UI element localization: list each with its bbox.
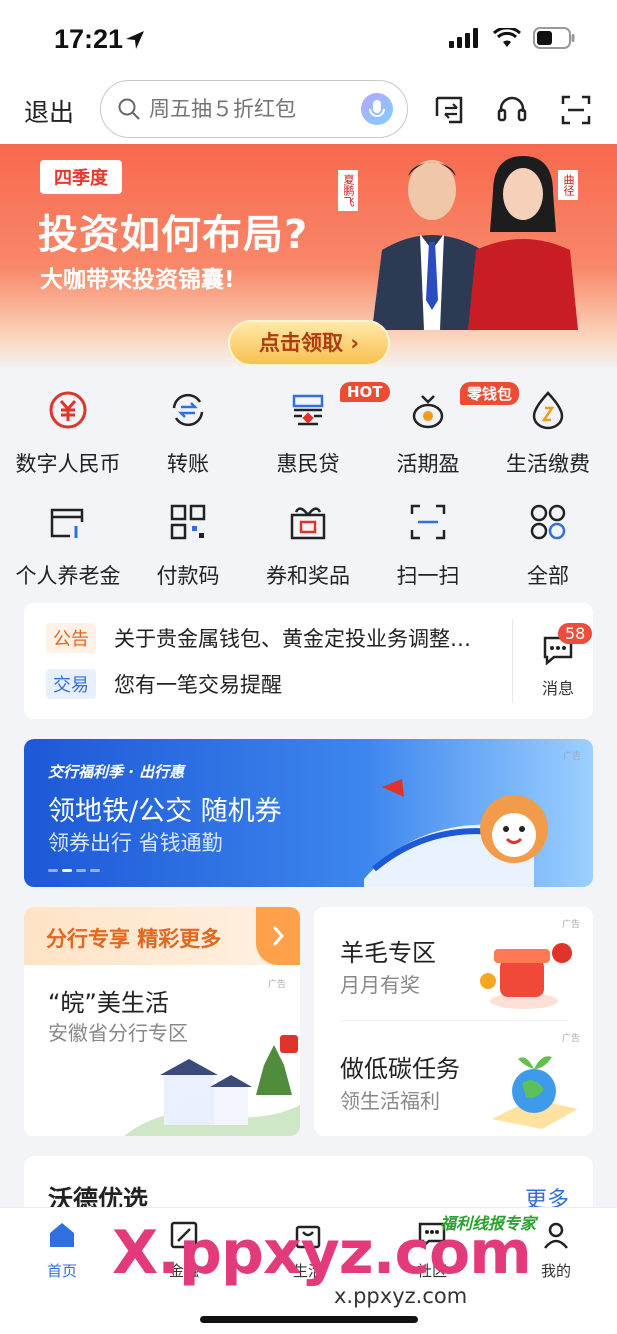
shortcut-coupons[interactable]: 券和奖品 bbox=[248, 502, 368, 590]
earth-plant-image bbox=[492, 1056, 578, 1129]
divider bbox=[512, 619, 513, 703]
watermark-text: X.ppxyz.com bbox=[112, 1218, 532, 1288]
transfer-icon bbox=[172, 393, 204, 427]
low-carbon-title[interactable]: 做低碳任务 bbox=[340, 1049, 460, 1084]
all-icon bbox=[530, 504, 566, 540]
voice-search-icon[interactable] bbox=[361, 93, 393, 125]
shortcut-label: 全部 bbox=[527, 564, 569, 588]
promo-subtitle: 领券出行 省钱通勤 bbox=[48, 831, 223, 855]
user-icon bbox=[544, 1222, 568, 1249]
message-count-badge: 58 bbox=[558, 623, 593, 644]
banner-subtitle: 大咖带来投资锦囊! bbox=[40, 267, 235, 293]
branch-card[interactable]: 分行专享 精彩更多 “皖”美生活 安徽省分行专区 广告 bbox=[24, 907, 300, 1136]
card-icon bbox=[50, 508, 84, 538]
shortcut-label: 生活缴费 bbox=[506, 452, 590, 476]
shortcut-label: 活期盈 bbox=[396, 452, 460, 476]
transaction-tag: 交易 bbox=[46, 669, 96, 699]
scan-icon bbox=[410, 504, 446, 540]
promo-banner[interactable]: 交行福利季 · 出行惠 领地铁/公交 随机券 领券出行 省钱通勤 广告 bbox=[24, 739, 593, 887]
coin-bag-icon bbox=[412, 395, 444, 429]
status-time: 17:21 bbox=[54, 24, 124, 54]
qr-icon bbox=[170, 504, 206, 540]
customer-service-icon[interactable] bbox=[496, 94, 528, 126]
wifi-icon bbox=[493, 28, 521, 47]
search-icon bbox=[118, 98, 140, 120]
shortcut-label: 数字人民币 bbox=[15, 452, 121, 476]
location-arrow-icon bbox=[126, 31, 144, 49]
divider bbox=[340, 1020, 568, 1021]
home-icon bbox=[50, 1223, 74, 1247]
chevron-right-icon[interactable] bbox=[256, 907, 300, 965]
shortcut-label: 转账 bbox=[167, 452, 209, 476]
notice-row-announcement[interactable]: 公告 关于贵金属钱包、黄金定投业务调整的公告 bbox=[46, 623, 476, 653]
gift-icon bbox=[290, 507, 326, 540]
shortcut-label: 付款码 bbox=[156, 564, 220, 588]
messages-button[interactable]: 58 消息 bbox=[534, 623, 593, 699]
shortcut-label: 扫一扫 bbox=[396, 564, 460, 588]
announcement-tag: 公告 bbox=[46, 623, 96, 653]
shortcut-label: 惠民贷 bbox=[276, 452, 340, 476]
yuan-icon bbox=[49, 391, 87, 429]
shortcut-all[interactable]: 全部 bbox=[488, 502, 608, 590]
rewards-card: 羊毛专区 月月有奖 广告 做低碳任务 领生活福利 广告 bbox=[314, 907, 593, 1136]
watermark-logo: X.ppxyz.com bbox=[112, 1218, 532, 1288]
mic-icon bbox=[369, 100, 385, 117]
low-carbon-subtitle: 领生活福利 bbox=[340, 1089, 440, 1113]
gift-box-image bbox=[480, 943, 572, 1009]
shortcut-digital-rmb[interactable]: 数字人民币 bbox=[8, 390, 128, 478]
ad-label: 广告 bbox=[268, 980, 287, 990]
shortcut-loan[interactable]: HOT 惠民贷 bbox=[248, 382, 390, 478]
announcement-text: 关于贵金属钱包、黄金定投业务调整的公告 bbox=[114, 627, 476, 651]
carousel-dots bbox=[48, 869, 100, 872]
shortcut-bill-pay[interactable]: 生活缴费 bbox=[488, 390, 608, 478]
banner-headline: 投资如何布局? bbox=[38, 212, 309, 258]
shortcut-pension[interactable]: 个人养老金 bbox=[8, 502, 128, 590]
presenter-2-name: 曲径 bbox=[558, 170, 578, 200]
shortcut-transfer[interactable]: 转账 bbox=[128, 390, 248, 478]
claim-button[interactable]: 点击领取 › bbox=[228, 320, 390, 366]
search-input[interactable] bbox=[149, 93, 349, 125]
train-mascot-image bbox=[364, 779, 548, 887]
shortcut-pay-code[interactable]: 付款码 bbox=[128, 502, 248, 590]
home-indicator bbox=[200, 1316, 418, 1323]
shortcut-label: 券和奖品 bbox=[266, 564, 350, 588]
tab-label: 首页 bbox=[46, 1262, 77, 1280]
battery-icon bbox=[533, 27, 575, 49]
watermark-url: x.ppxyz.com bbox=[330, 1284, 472, 1308]
switch-account-icon[interactable] bbox=[433, 94, 465, 126]
hero-banner[interactable]: 四季度 投资如何布局? 大咖带来投资锦囊! 夏鹏飞 曲径 点击领取 › bbox=[0, 144, 617, 370]
branch-card-title: 分行专享 精彩更多 bbox=[46, 927, 222, 951]
shortcut-scan[interactable]: 扫一扫 bbox=[368, 502, 488, 590]
transaction-text: 您有一笔交易提醒 bbox=[114, 673, 282, 697]
loan-icon bbox=[292, 394, 324, 426]
status-bar: 17:21 bbox=[0, 0, 617, 80]
ad-label: 广告 bbox=[562, 752, 581, 762]
shortcut-label: 个人养老金 bbox=[15, 564, 121, 588]
notice-row-transaction[interactable]: 交易 您有一笔交易提醒 bbox=[46, 669, 476, 699]
notice-card: 公告 关于贵金属钱包、黄金定投业务调整的公告 交易 您有一笔交易提醒 58 消息 bbox=[24, 603, 593, 719]
promo-tagline: 交行福利季 · 出行惠 bbox=[48, 763, 185, 781]
season-tag: 四季度 bbox=[40, 160, 122, 194]
top-bar: 退出 bbox=[0, 80, 617, 144]
branch-card-header[interactable]: 分行专享 精彩更多 bbox=[24, 907, 300, 965]
wool-zone-subtitle: 月月有奖 bbox=[340, 973, 420, 997]
messages-label: 消息 bbox=[541, 679, 574, 698]
presenter-1-name: 夏鹏飞 bbox=[338, 170, 358, 211]
wool-zone-title[interactable]: 羊毛专区 bbox=[340, 933, 436, 968]
signal-icon bbox=[449, 28, 478, 48]
search-box[interactable] bbox=[100, 80, 408, 138]
anhui-scenery-image bbox=[124, 1035, 300, 1136]
branch-card-heading: “皖”美生活 bbox=[48, 989, 169, 1017]
tab-home[interactable]: 首页 bbox=[22, 1220, 102, 1281]
exit-button[interactable]: 退出 bbox=[24, 93, 74, 129]
flame-icon bbox=[532, 391, 564, 430]
scan-icon[interactable] bbox=[560, 94, 592, 126]
promo-title: 领地铁/公交 随机券 bbox=[48, 796, 282, 827]
shortcut-current-deposit[interactable]: 零钱包 活期盈 bbox=[368, 382, 520, 478]
